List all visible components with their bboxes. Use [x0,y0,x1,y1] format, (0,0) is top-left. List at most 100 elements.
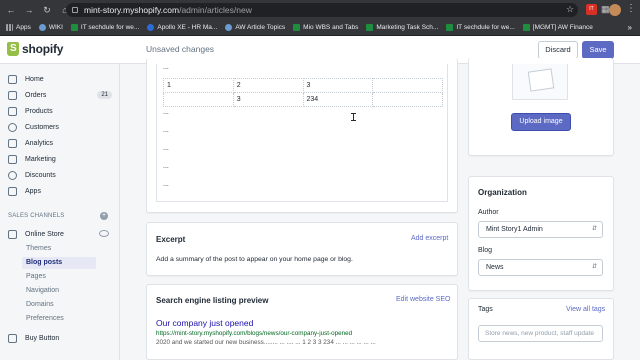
shopify-logo[interactable]: shopify [7,42,63,56]
globe-icon [38,24,46,31]
view-all-tags-link[interactable]: View all tags [566,306,605,313]
bookmark-it-schedule[interactable]: IT sechdule for we... [70,24,139,31]
bookmark-marketing[interactable]: Marketing Task Sch... [366,24,438,31]
bookmark-star-icon[interactable]: ☆ [566,4,574,15]
table-cell[interactable]: 1 [163,78,234,93]
blog-value: News [486,264,504,271]
image-placeholder-illustration [512,64,568,100]
table-cell[interactable] [372,78,443,93]
sidebar-item-marketing[interactable]: Marketing [8,152,114,166]
apps-grid-icon [6,24,13,31]
url-path: /admin/articles/new [179,5,252,15]
table-cell[interactable]: 2 [232,78,304,93]
author-label: Author [478,209,499,216]
bookmark-apollo[interactable]: Apollo XE - HR Ma... [147,24,217,31]
editor-line: ... [163,109,169,116]
blog-label: Blog [478,247,493,254]
editor-table[interactable]: 1 2 3 3 234 [163,78,443,107]
bookmark-aw-finance[interactable]: [MGMT] AW Finance [522,24,593,31]
seo-preview-description: 2020 and we started our new business....… [156,339,376,346]
sidebar-item-buy-button[interactable]: Buy Button [8,331,114,345]
bookmark-it-schedule-2[interactable]: IT sechdule for we... [446,24,515,31]
author-select[interactable]: Mint Story1 Admin ⇵ [478,221,603,238]
table-row: 1 2 3 [163,78,443,93]
bookmark-aw-article[interactable]: AW Article Topics [225,24,285,31]
table-cell[interactable]: 234 [302,92,374,107]
sub-item-blog-posts[interactable]: Blog posts [22,257,96,269]
sidebar-item-analytics[interactable]: Analytics [8,136,114,150]
browser-toolbar: ← → ↻ ⌂ mint-story.myshopify.com /admin/… [0,0,640,20]
buy-button-icon [8,333,17,343]
add-channel-plus-icon[interactable]: + [100,212,108,220]
edit-seo-link[interactable]: Edit website SEO [396,296,450,303]
excerpt-card [146,222,458,276]
home-icon [8,74,17,84]
sheets-icon [366,24,374,31]
address-bar[interactable]: mint-story.myshopify.com /admin/articles… [66,3,578,17]
globe-icon [147,24,155,31]
shopify-bag-icon [7,42,19,56]
select-arrows-icon: ⇵ [591,226,597,232]
url-host: mint-story.myshopify.com [84,5,180,15]
organization-title: Organization [478,188,527,197]
sidebar-item-products[interactable]: Products [8,104,114,118]
extension-icon[interactable]: IT [586,4,597,15]
author-value: Mint Story1 Admin [486,226,543,233]
sales-channels-header: SALES CHANNELS [8,213,65,219]
lock-icon [72,7,78,13]
sub-item-pages[interactable]: Pages [26,271,46,283]
sheets-icon [70,24,78,31]
reload-icon[interactable]: ↻ [40,5,54,16]
editor-line: ... [163,145,169,152]
seo-preview-url: https://mint-story.myshopify.com/blogs/n… [156,330,353,337]
table-cell[interactable] [372,92,443,107]
sidebar-item-home[interactable]: Home [8,72,114,86]
editor-line: ... [163,163,169,170]
more-bookmarks-icon[interactable]: » [628,23,632,32]
bookmark-apps[interactable]: Apps [6,24,31,31]
sheets-icon [446,24,454,31]
table-cell[interactable]: 3 [302,78,374,93]
analytics-icon [8,138,17,148]
sidebar-item-discounts[interactable]: Discounts [8,168,114,182]
seo-preview-title: Our company just opened [156,318,254,328]
sub-item-preferences[interactable]: Preferences [26,313,64,325]
blog-select[interactable]: News ⇵ [478,259,603,276]
sidebar-item-customers[interactable]: Customers [8,120,114,134]
bookmark-mio-wbs[interactable]: Mio WBS and Tabs [293,24,358,31]
sidebar-item-apps[interactable]: Apps [8,184,114,198]
bookmark-wiki[interactable]: WIKI [38,24,63,31]
store-icon [8,229,17,239]
logo-text: shopify [22,42,64,56]
editor-line: ... [163,181,169,188]
select-arrows-icon: ⇵ [591,264,597,270]
view-store-eye-icon[interactable] [99,230,109,237]
bookmarks-bar: Apps WIKI IT sechdule for we... Apollo X… [0,20,640,36]
browser-menu-icon[interactable]: ⋮ [626,3,636,14]
sub-item-themes[interactable]: Themes [26,243,51,255]
tags-input[interactable]: Store news, new product, staff update [478,325,603,342]
sidebar-item-orders[interactable]: Orders 21 [8,88,114,102]
table-cell[interactable]: 3 [232,92,304,107]
orders-badge: 21 [97,91,112,99]
editor-line: ... [163,64,169,71]
tags-label: Tags [478,306,493,313]
sub-item-domains[interactable]: Domains [26,299,54,311]
editor-line: ... [163,127,169,134]
profile-avatar[interactable] [609,4,621,16]
save-button[interactable]: Save [582,41,614,59]
rich-text-editor[interactable]: ... 1 2 3 3 234 ... ... ... ... ... [156,64,448,202]
sheets-icon [522,24,530,31]
back-arrow-icon[interactable]: ← [4,5,18,15]
forward-arrow-icon[interactable]: → [22,5,36,15]
add-excerpt-link[interactable]: Add excerpt [411,235,448,242]
excerpt-title: Excerpt [156,235,186,244]
sidebar: Home Orders 21 Products Customers Analyti… [0,64,120,360]
table-cell[interactable] [163,92,234,107]
table-row: 3 234 [163,92,443,107]
discard-button[interactable]: Discard [538,41,578,59]
excerpt-text: Add a summary of the post to appear on y… [156,256,353,263]
marketing-icon [8,154,17,164]
sub-item-navigation[interactable]: Navigation [26,285,59,297]
upload-image-button[interactable]: Upload image [511,113,571,131]
